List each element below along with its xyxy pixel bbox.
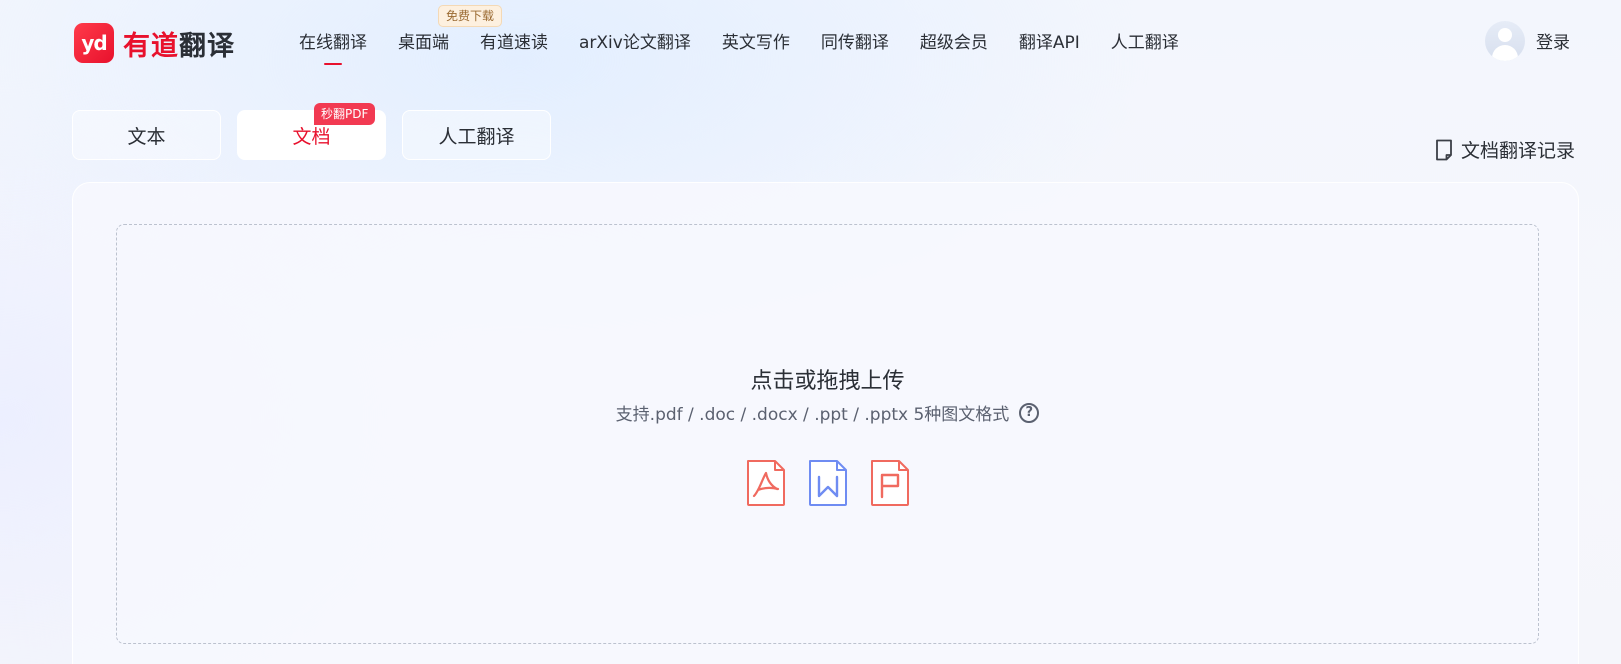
document-icon	[1436, 139, 1452, 160]
mode-tabs: 文本 文档 秒翻PDF 人工翻译	[72, 103, 567, 160]
pdf-badge: 秒翻PDF	[314, 103, 376, 125]
upload-dropzone[interactable]: 点击或拖拽上传 支持.pdf / .doc / .docx / .ppt / .…	[116, 224, 1539, 644]
file-type-icons	[117, 458, 1538, 508]
logo-text-red: 有道	[123, 30, 179, 62]
document-history-link[interactable]: 文档翻译记录	[1435, 136, 1575, 163]
tab-document[interactable]: 文档 秒翻PDF	[237, 103, 386, 160]
upload-subtitle: 支持.pdf / .doc / .docx / .ppt / .pptx 5种图…	[615, 405, 1010, 425]
tab-human-translation[interactable]: 人工翻译	[402, 110, 551, 160]
upload-subtitle-row: 支持.pdf / .doc / .docx / .ppt / .pptx 5种图…	[117, 400, 1538, 425]
help-icon[interactable]: ?	[1019, 402, 1040, 423]
ppt-icon	[870, 460, 909, 506]
tab-text[interactable]: 文本	[72, 110, 221, 160]
top-nav: 在线翻译 桌面端 有道速读 arXiv论文翻译 英文写作 同传翻译 超级会员 翻…	[299, 31, 1210, 55]
pdf-icon	[746, 460, 785, 506]
avatar[interactable]	[1485, 21, 1525, 61]
nav-item-online-translate[interactable]: 在线翻译	[299, 31, 367, 55]
nav-item-arxiv[interactable]: arXiv论文翻译	[579, 31, 691, 55]
nav-item-human-translate[interactable]: 人工翻译	[1111, 31, 1179, 55]
nav-item-desktop[interactable]: 桌面端	[398, 31, 449, 55]
nav-item-vip[interactable]: 超级会员	[920, 31, 988, 55]
logo[interactable]: yd 有道翻译	[74, 23, 235, 63]
logo-text-dark: 翻译	[179, 30, 235, 62]
logo-text: 有道翻译	[123, 24, 235, 63]
nav-item-simultaneous[interactable]: 同传翻译	[821, 31, 889, 55]
document-history-label: 文档翻译记录	[1460, 140, 1575, 162]
word-icon	[808, 460, 847, 506]
upload-title: 点击或拖拽上传	[750, 369, 905, 394]
nav-item-api[interactable]: 翻译API	[1019, 31, 1080, 55]
upload-card: 点击或拖拽上传 支持.pdf / .doc / .docx / .ppt / .…	[72, 182, 1579, 664]
tab-text-label: 文本	[127, 125, 166, 148]
free-download-badge[interactable]: 免费下载	[438, 5, 503, 27]
tab-human-translation-label: 人工翻译	[438, 125, 515, 148]
nav-item-english-writing[interactable]: 英文写作	[722, 31, 790, 55]
tab-document-label: 文档	[292, 125, 331, 148]
login-link[interactable]: 登录	[1536, 31, 1570, 55]
logo-mark: yd	[74, 23, 114, 63]
nav-item-speed-read[interactable]: 有道速读	[480, 31, 548, 55]
